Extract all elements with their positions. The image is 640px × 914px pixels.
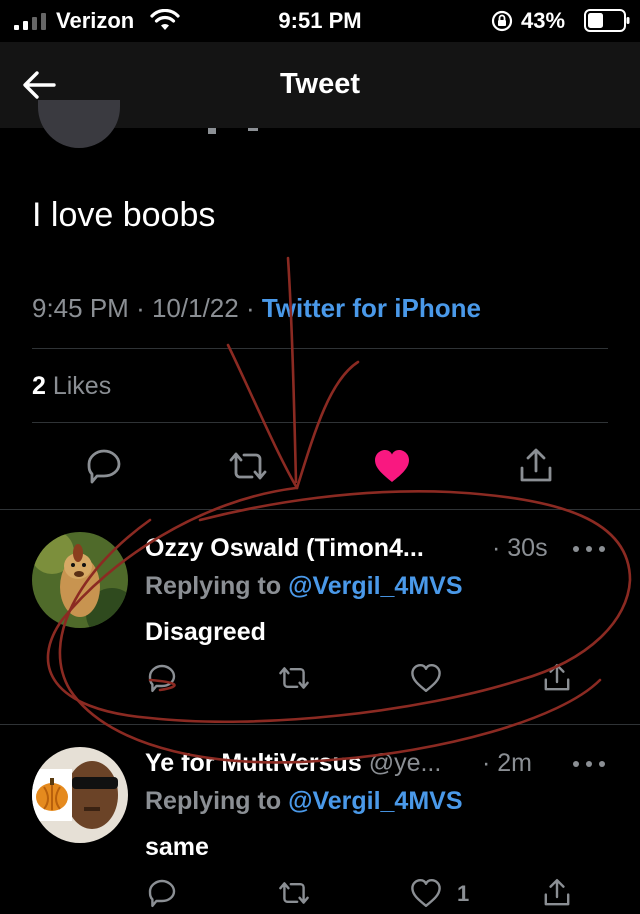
heart-filled-icon[interactable] <box>372 446 412 486</box>
share-icon[interactable] <box>541 877 573 909</box>
more-options-icon[interactable] <box>572 760 606 768</box>
author-name-fragment <box>208 128 258 134</box>
replying-mention-link[interactable]: @Vergil_4MVS <box>288 787 462 815</box>
replying-prefix: Replying to <box>145 572 289 600</box>
reply-icon[interactable] <box>146 662 178 694</box>
tweet-date: 10/1/22 <box>151 293 239 323</box>
battery-icon <box>584 9 630 32</box>
reply-avatar[interactable] <box>32 747 128 843</box>
tweet-time: 9:45 PM <box>32 293 129 323</box>
more-options-icon[interactable] <box>572 545 606 553</box>
heart-icon[interactable] <box>410 662 442 694</box>
like-count: 1 <box>457 881 470 906</box>
retweet-icon[interactable] <box>278 662 310 694</box>
reply-author-name: Ye for MultiVersus <box>145 749 362 777</box>
status-bar: Verizon 9:51 PM 43% <box>0 0 640 42</box>
page-title: Tweet <box>279 68 361 100</box>
reply-avatar[interactable] <box>32 532 128 628</box>
heart-icon[interactable] <box>410 877 442 909</box>
orientation-lock-icon <box>491 10 513 32</box>
retweet-icon[interactable] <box>278 877 310 909</box>
replying-mention-link[interactable]: @Vergil_4MVS <box>288 572 462 600</box>
reply-author[interactable]: Ye for MultiVersus @ye... <box>145 749 441 778</box>
reply-author-name: Ozzy Oswald (Timon4... <box>145 534 424 562</box>
likes-count[interactable]: 2 Likes <box>32 372 111 401</box>
reply-time: · 2m <box>482 749 532 777</box>
share-icon[interactable] <box>516 446 556 486</box>
meta-separator: · <box>245 293 255 323</box>
reply-time: · 30s <box>492 534 548 562</box>
tweet-source-link[interactable]: Twitter for iPhone <box>262 293 481 323</box>
reply-icon[interactable] <box>84 446 124 486</box>
tweet-text: I love boobs <box>32 196 216 234</box>
share-icon[interactable] <box>541 662 573 694</box>
retweet-icon[interactable] <box>228 446 268 486</box>
reply-text: same <box>145 833 209 861</box>
divider <box>32 348 608 349</box>
timon-avatar-image <box>32 532 128 628</box>
likes-label: Likes <box>45 372 112 400</box>
ye-avatar-image <box>32 747 128 843</box>
replying-to: Replying to @Vergil_4MVS <box>145 572 463 601</box>
battery-percent: 43% <box>521 8 566 33</box>
replying-prefix: Replying to <box>145 787 289 815</box>
reply-icon[interactable] <box>146 877 178 909</box>
divider <box>32 422 608 423</box>
reply-author-handle: @ye... <box>361 749 442 777</box>
tweet-meta: 9:45 PM · 10/1/22 · Twitter for iPhone <box>32 293 481 324</box>
reply-item[interactable]: Ye for MultiVersus @ye... · 2m Replying … <box>0 725 640 914</box>
likes-number: 2 <box>32 372 46 400</box>
reply-author[interactable]: Ozzy Oswald (Timon4... <box>145 534 424 563</box>
replying-to: Replying to @Vergil_4MVS <box>145 787 463 816</box>
reply-item[interactable]: Ozzy Oswald (Timon4... · 30s Replying to… <box>0 510 640 724</box>
reply-text: Disagreed <box>145 618 266 646</box>
meta-separator: · <box>136 293 145 323</box>
author-avatar[interactable] <box>38 100 120 148</box>
